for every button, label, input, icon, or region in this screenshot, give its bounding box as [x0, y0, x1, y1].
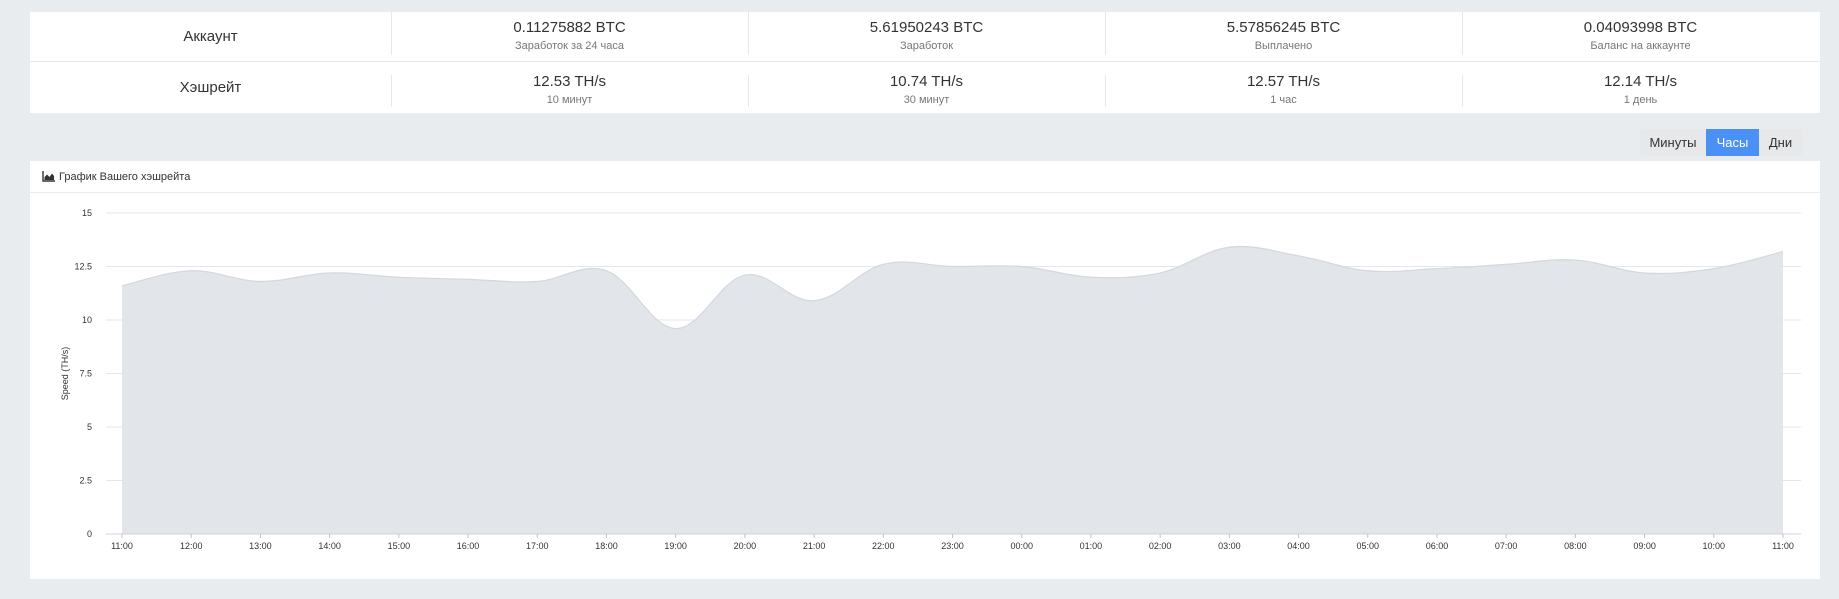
stat-value: 5.61950243 BTC: [869, 19, 984, 36]
stat-caption: 1 час: [1270, 94, 1297, 106]
hashrate-chart: 0 2.5 5 7.5 10 12.5 15 11:00 12:00 13:00 14:00 15:0…: [60, 208, 1801, 551]
x-tick-label: 09:00: [1633, 541, 1656, 551]
stat-value: 12.14 TH/s: [1603, 73, 1678, 90]
time-range-selector: Минуты Часы Дни: [1640, 129, 1802, 156]
x-tick-label: 19:00: [664, 541, 687, 551]
y-axis-label: Speed (TH/s): [60, 347, 70, 401]
account-row: Аккаунт 0.11275882 BTC Заработок за 24 ч…: [30, 12, 1820, 62]
stat-caption: 10 минут: [546, 94, 593, 106]
stat-caption: Заработок: [899, 40, 954, 52]
y-tick-label: 7.5: [79, 369, 92, 379]
x-tick-label: 23:00: [941, 541, 964, 551]
y-tick-label: 0: [87, 529, 92, 539]
x-tick-label: 06:00: [1426, 541, 1449, 551]
stat-caption: Баланс на аккаунте: [1590, 40, 1691, 52]
x-tick-label: 21:00: [803, 541, 826, 551]
hours-button[interactable]: Часы: [1706, 129, 1759, 156]
stat-caption: 30 минут: [903, 94, 950, 106]
hashrate-row: Хэшрейт 12.53 TH/s 10 минут 10.74 TH/s 3…: [30, 62, 1820, 113]
stat-value: 12.57 TH/s: [1246, 73, 1321, 90]
stat-value: 5.57856245 BTC: [1226, 19, 1341, 36]
account-balance-cell: 0.04093998 BTC Баланс на аккаунте: [1462, 12, 1819, 61]
x-tick-label: 11:00: [1772, 541, 1794, 551]
x-tick-label: 20:00: [734, 541, 757, 551]
hashrate-chart-panel: График Вашего хэшрейта 0 2.5 5 7.5 10 12.5 15 1…: [30, 161, 1820, 579]
y-tick-label: 15: [82, 208, 92, 218]
x-tick-label: 01:00: [1080, 541, 1103, 551]
stat-caption: Выплачено: [1254, 40, 1313, 52]
x-tick-label: 22:00: [872, 541, 895, 551]
days-button[interactable]: Дни: [1759, 129, 1802, 156]
earnings-total-cell: 5.61950243 BTC Заработок: [748, 12, 1105, 61]
x-tick-label: 12:00: [180, 541, 203, 551]
minutes-button[interactable]: Минуты: [1640, 129, 1706, 156]
y-tick-label: 12.5: [74, 262, 92, 272]
x-tick-label: 04:00: [1287, 541, 1310, 551]
x-tick-label: 07:00: [1495, 541, 1518, 551]
paid-out-cell: 5.57856245 BTC Выплачено: [1105, 12, 1462, 61]
hashrate-1hour-cell: 12.57 TH/s 1 час: [1105, 62, 1462, 113]
hashrate-area: [122, 246, 1783, 534]
stats-panel: Аккаунт 0.11275882 BTC Заработок за 24 ч…: [30, 12, 1820, 113]
hashrate-30min-cell: 10.74 TH/s 30 минут: [748, 62, 1105, 113]
stat-value: 12.53 TH/s: [532, 73, 607, 90]
x-tick-label: 14:00: [318, 541, 341, 551]
x-tick-label: 18:00: [595, 541, 618, 551]
stat-value: 10.74 TH/s: [889, 73, 964, 90]
account-row-label: Аккаунт: [183, 28, 238, 45]
earnings-24h-cell: 0.11275882 BTC Заработок за 24 часа: [391, 12, 748, 61]
x-tick-label: 00:00: [1010, 541, 1033, 551]
hashrate-10min-cell: 12.53 TH/s 10 минут: [391, 62, 748, 113]
hashrate-row-label: Хэшрейт: [179, 79, 242, 96]
x-tick-label: 08:00: [1564, 541, 1587, 551]
stat-caption: Заработок за 24 часа: [514, 40, 625, 52]
x-tick-label: 05:00: [1356, 541, 1379, 551]
stat-caption: 1 день: [1623, 94, 1658, 106]
stat-value: 0.04093998 BTC: [1583, 19, 1698, 36]
y-tick-label: 2.5: [79, 476, 92, 486]
x-tick-label: 17:00: [526, 541, 549, 551]
x-tick-label: 03:00: [1218, 541, 1241, 551]
stat-value: 0.11275882 BTC: [513, 19, 626, 36]
x-tick-label: 02:00: [1149, 541, 1172, 551]
x-tick-label: 16:00: [457, 541, 480, 551]
x-tick-label: 13:00: [249, 541, 272, 551]
x-tick-label: 11:00: [111, 541, 133, 551]
y-tick-label: 5: [87, 422, 92, 432]
y-tick-label: 10: [82, 315, 92, 325]
x-tick-label: 15:00: [388, 541, 411, 551]
x-tick-label: 10:00: [1703, 541, 1726, 551]
hashrate-1day-cell: 12.14 TH/s 1 день: [1462, 62, 1819, 113]
